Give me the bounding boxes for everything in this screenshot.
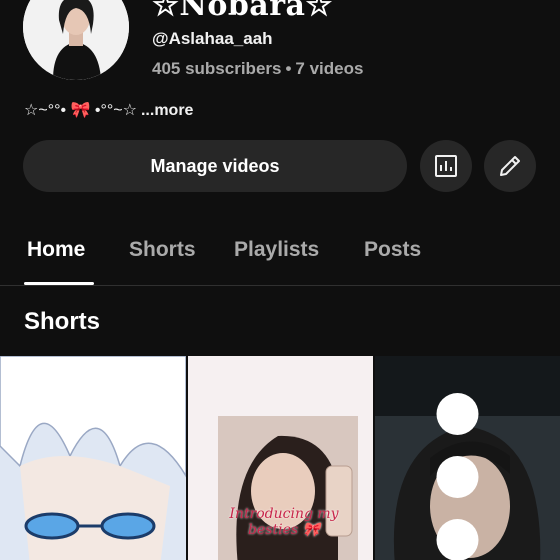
channel-bio[interactable]: ☆~°°• 🎀 •°°~☆ ...more bbox=[24, 100, 193, 120]
short-thumbnail-3[interactable] bbox=[375, 356, 560, 560]
tab-shorts[interactable]: Shorts bbox=[129, 238, 196, 262]
channel-name: ☆Nobara☆ bbox=[152, 0, 333, 23]
tab-home[interactable]: Home bbox=[27, 238, 85, 262]
edit-button[interactable] bbox=[484, 140, 536, 192]
active-tab-indicator bbox=[24, 282, 94, 285]
channel-stats: 405 subscribers • 7 videos bbox=[152, 59, 363, 79]
channel-handle: @Aslahaa_aah bbox=[152, 29, 273, 48]
short-thumbnail-1[interactable] bbox=[0, 356, 186, 560]
more-link[interactable]: ...more bbox=[141, 102, 193, 119]
channel-tabs: Home Shorts Playlists Posts bbox=[0, 226, 560, 286]
bio-text: ☆~°°• 🎀 •°°~☆ bbox=[24, 102, 137, 119]
tab-playlists[interactable]: Playlists bbox=[234, 238, 319, 262]
video-count: 7 videos bbox=[295, 59, 364, 78]
stats-separator: • bbox=[285, 59, 292, 78]
pencil-icon bbox=[500, 156, 520, 176]
analytics-button[interactable] bbox=[420, 140, 472, 192]
shorts-section-title: Shorts bbox=[24, 308, 101, 335]
analytics-icon bbox=[435, 155, 457, 177]
tab-posts[interactable]: Posts bbox=[364, 238, 421, 262]
avatar[interactable] bbox=[23, 0, 129, 80]
short-caption: Introducing my besties 🎀 bbox=[229, 506, 339, 538]
manage-videos-button[interactable]: Manage videos bbox=[23, 140, 407, 192]
subscriber-count: 405 subscribers bbox=[152, 59, 282, 78]
more-vertical-icon[interactable] bbox=[375, 372, 550, 560]
short-thumbnail-2[interactable]: Introducing my besties 🎀 bbox=[188, 356, 373, 560]
